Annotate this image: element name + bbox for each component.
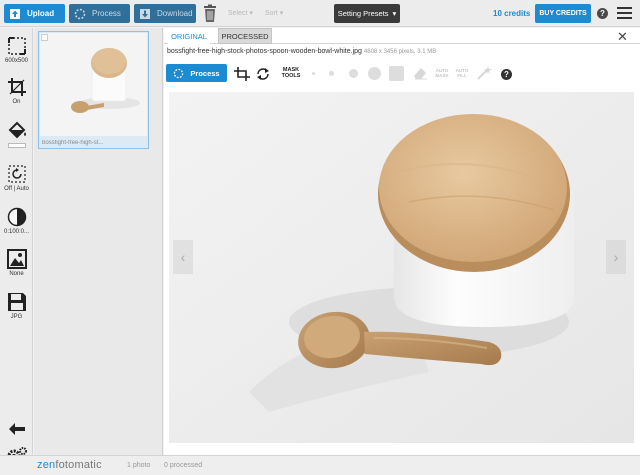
brush-size-s-icon[interactable]: [329, 71, 334, 76]
brush-size-l-icon[interactable]: [368, 67, 381, 80]
image-effect-icon: [6, 249, 27, 269]
eraser-icon[interactable]: [412, 66, 428, 83]
rotate-icon[interactable]: [255, 67, 271, 84]
next-arrow-icon[interactable]: ›: [606, 240, 626, 274]
crop-size-tool[interactable]: 600x500: [0, 36, 33, 64]
processed-count: 0 processed: [164, 462, 203, 469]
sort-menu[interactable]: Sort ▾: [265, 9, 283, 17]
upload-icon: [8, 7, 21, 20]
thumbnail-filename: bossfight-free-high-st...: [42, 140, 104, 146]
auto-fill-button[interactable]: AUTO FILL: [455, 68, 469, 78]
download-button[interactable]: Download: [134, 4, 196, 23]
select-label: Select: [228, 10, 248, 17]
fill-tool[interactable]: [0, 121, 33, 148]
presets-label: Setting Presets: [337, 9, 389, 18]
brush-size-xs-icon[interactable]: [312, 72, 315, 75]
credits-link[interactable]: 10 credits: [493, 9, 530, 18]
effect-tool[interactable]: None: [0, 249, 33, 277]
trash-icon[interactable]: [203, 4, 217, 23]
save-icon: [7, 293, 26, 311]
select-menu[interactable]: Select ▾: [228, 9, 253, 17]
view-tabs: ORIGINAL PROCESSED ✕: [164, 28, 640, 44]
brush-size-xl-icon[interactable]: [389, 66, 404, 81]
setting-presets-dropdown[interactable]: Setting Presets ▾: [334, 4, 400, 23]
logo-rest: fotomatic: [55, 459, 102, 471]
upload-button[interactable]: Upload: [4, 4, 65, 23]
upload-label: Upload: [27, 9, 55, 18]
photo-count: 1 photo: [127, 462, 151, 469]
file-name: bossfight-free-high-stock-photos-spoon-w…: [167, 48, 362, 55]
tool-sidebar: 600x500 On Off | Auto 0:100:0... None JP…: [0, 28, 33, 464]
auto-mask-button[interactable]: AUTO MASK: [434, 68, 450, 78]
chevron-down-icon: ▾: [392, 9, 397, 18]
straighten-tool[interactable]: On: [0, 77, 33, 105]
fill-color-swatch[interactable]: [7, 143, 26, 148]
thumbnail-image: [40, 33, 147, 136]
brush-size-m-icon[interactable]: [349, 69, 358, 78]
editor-panel: ORIGINAL PROCESSED ✕ bossfight-free-high…: [164, 28, 640, 455]
status-bar: zenfotomatic 1 photo 0 processed: [0, 455, 640, 475]
edit-toolbar: Process MASK TOOLS AUTO MASK AUTO FILL ?: [164, 62, 640, 84]
logo-zen: zen: [37, 459, 56, 471]
crop-frame-icon: [7, 37, 26, 55]
menu-icon[interactable]: [617, 7, 632, 19]
process-all-label: Process: [92, 9, 121, 18]
levels-label: 0:100:0...: [3, 229, 30, 235]
top-toolbar: Upload Process Download Select ▾ Sort ▾ …: [0, 0, 640, 27]
crop-icon: [7, 78, 26, 96]
process-button[interactable]: Process: [166, 64, 227, 82]
main-photo: [169, 92, 634, 443]
previous-arrow-icon[interactable]: ‹: [173, 240, 193, 274]
levels-tool[interactable]: 0:100:0...: [0, 207, 33, 235]
process-label: Process: [190, 68, 220, 78]
sort-label: Sort: [265, 10, 278, 17]
magic-wand-icon[interactable]: [476, 66, 492, 83]
help-icon[interactable]: ?: [501, 69, 512, 80]
download-label: Download: [157, 9, 193, 18]
crop-size-label: 600x500: [4, 58, 29, 64]
help-icon[interactable]: ?: [597, 8, 608, 19]
process-all-button[interactable]: Process: [69, 4, 130, 23]
contrast-icon: [7, 207, 26, 227]
zenfotomatic-logo: zenfotomatic: [37, 459, 102, 471]
rotate-label: Off | Auto: [4, 186, 29, 192]
crop-icon[interactable]: [234, 67, 250, 84]
file-meta: 4608 x 3456 pixels, 3.1 MB: [363, 49, 437, 55]
file-info: bossfight-free-high-stock-photos-spoon-w…: [167, 48, 436, 55]
rotate-icon: [7, 165, 26, 183]
spinner-icon: [73, 7, 86, 20]
format-label: JPG: [10, 314, 23, 320]
straighten-label: On: [12, 99, 21, 105]
mask-tools-label: MASK TOOLS: [281, 67, 301, 79]
thumbnail-checkbox[interactable]: [41, 34, 48, 41]
thumbnail-list: bossfight-free-high-st...: [34, 28, 163, 455]
close-icon[interactable]: ✕: [617, 29, 628, 45]
photo-thumbnail[interactable]: bossfight-free-high-st...: [38, 31, 149, 149]
image-viewer[interactable]: ‹ ›: [169, 92, 634, 443]
paint-bucket-icon: [8, 121, 26, 139]
spinner-icon: [174, 68, 184, 78]
buy-credits-button[interactable]: BUY CREDITS: [535, 4, 591, 23]
download-icon: [138, 7, 151, 20]
tab-original[interactable]: ORIGINAL: [168, 28, 210, 44]
rotate-tool[interactable]: Off | Auto: [0, 164, 33, 192]
effect-label: None: [9, 271, 24, 277]
tab-processed[interactable]: PROCESSED: [218, 28, 272, 44]
format-tool[interactable]: JPG: [0, 292, 33, 320]
back-arrow-icon[interactable]: [0, 422, 33, 436]
